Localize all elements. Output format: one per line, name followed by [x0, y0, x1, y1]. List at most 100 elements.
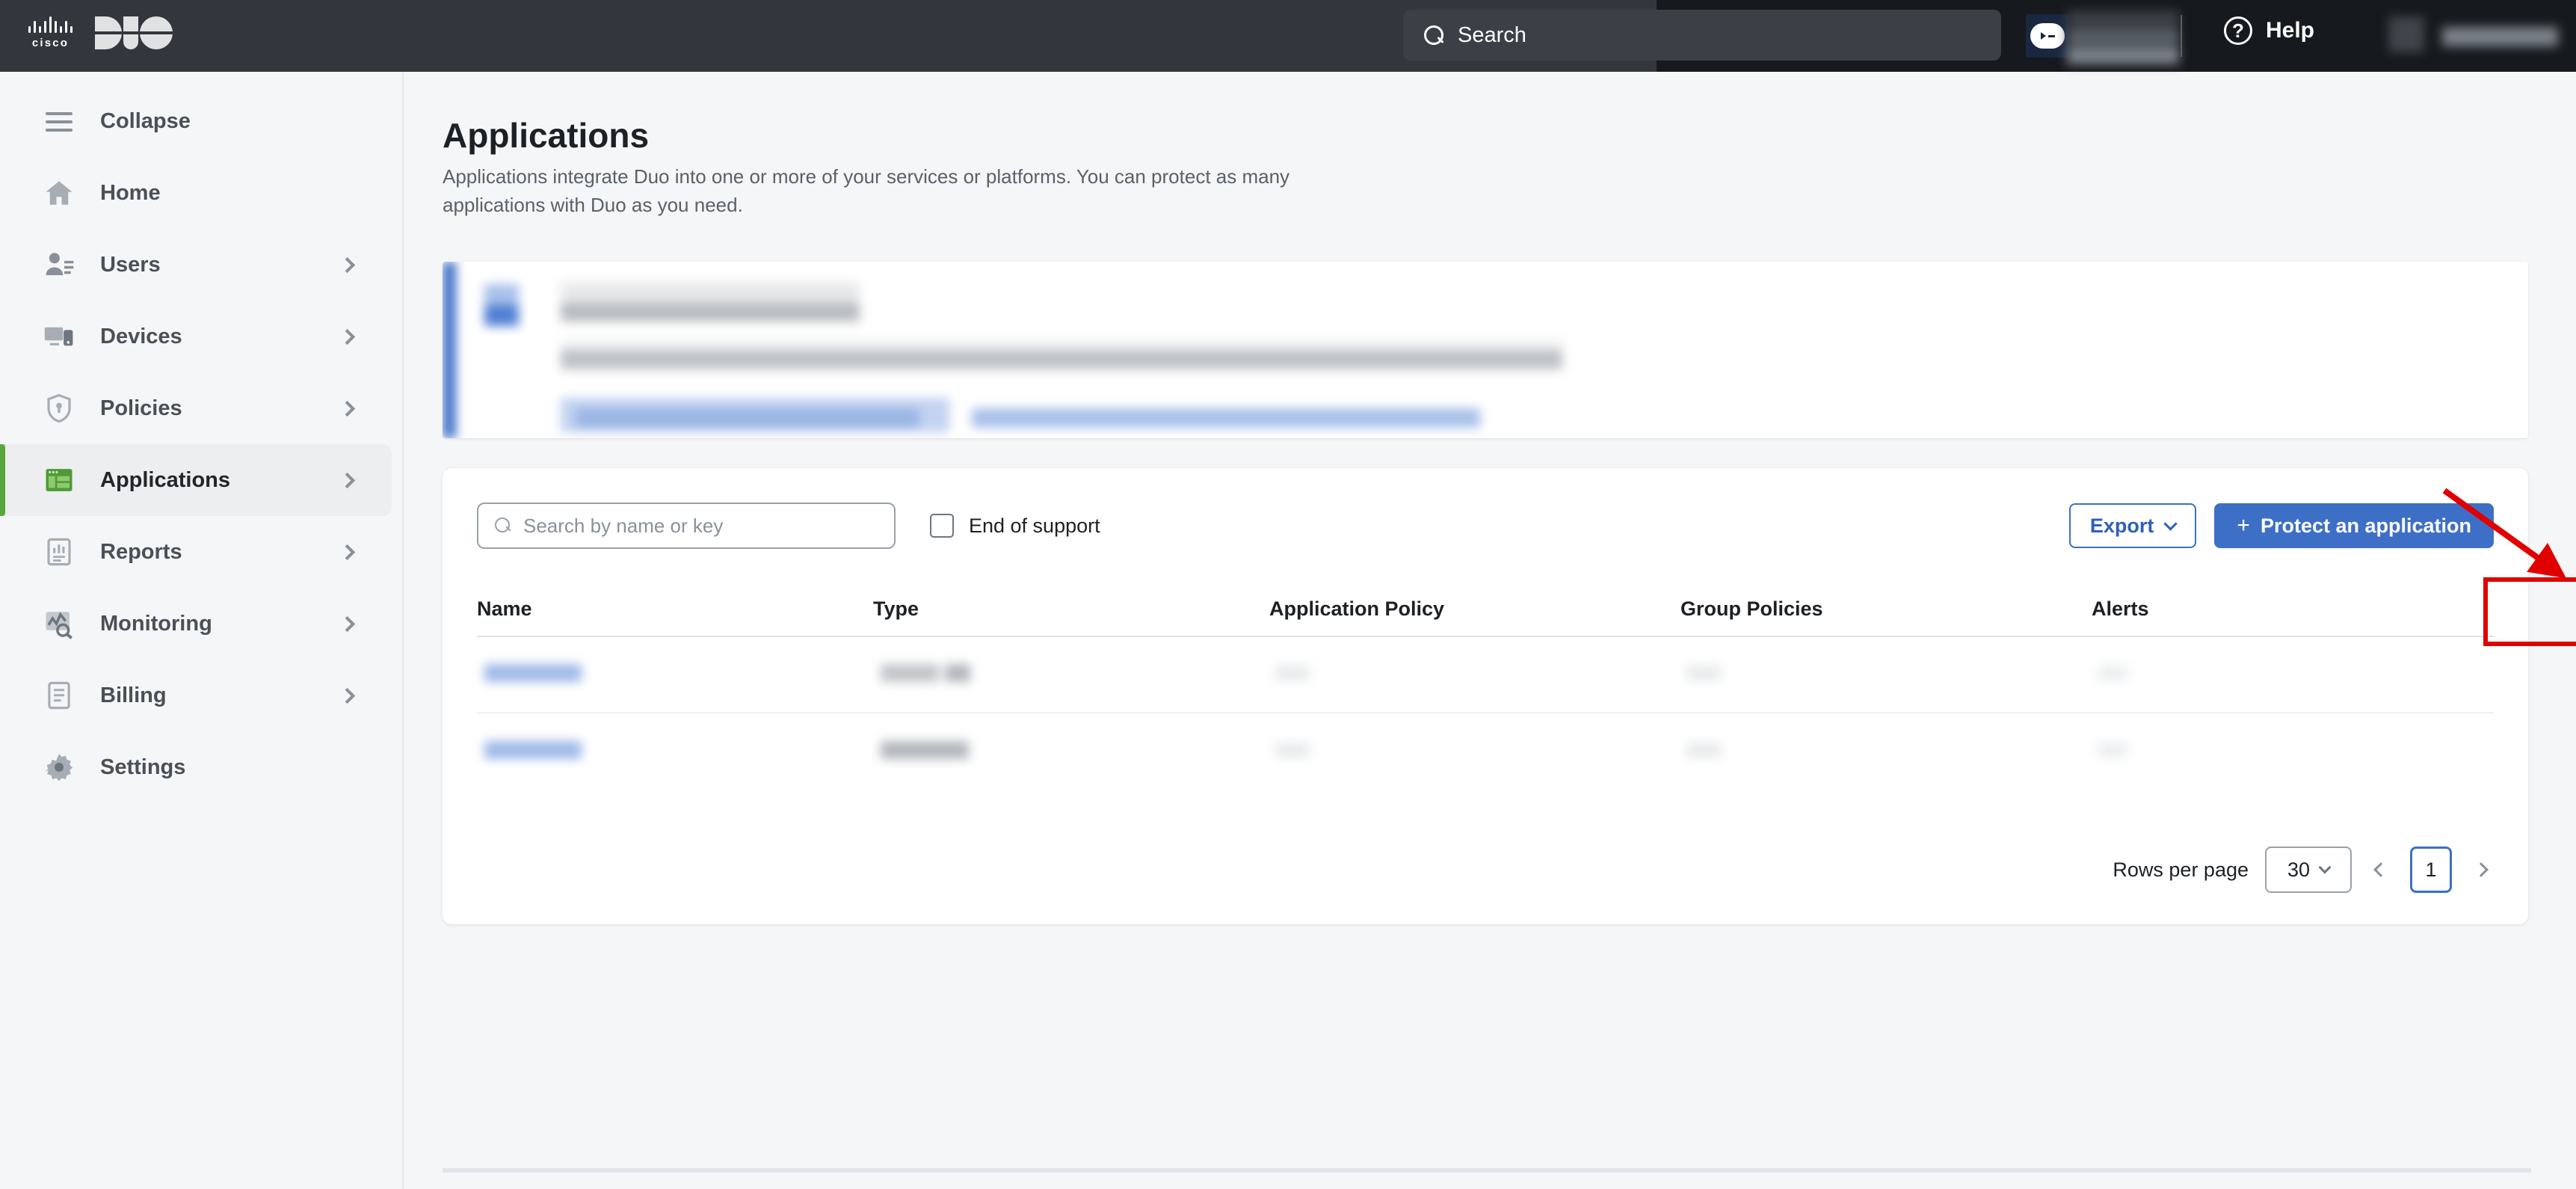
sidebar-item-collapse[interactable]: Collapse — [0, 85, 392, 157]
chevron-right-icon — [339, 400, 355, 416]
sidebar-item-applications[interactable]: Applications — [0, 444, 392, 516]
sidebar-item-billing[interactable]: Billing — [0, 660, 392, 731]
table-row[interactable] — [477, 713, 2494, 790]
help-link[interactable]: ? Help — [2224, 16, 2314, 45]
duo-logo-icon — [95, 16, 173, 49]
report-document-icon — [43, 536, 75, 568]
sidebar-item-policies[interactable]: Policies — [0, 372, 392, 444]
sidebar-item-label: Settings — [100, 755, 392, 780]
gear-icon — [43, 752, 75, 783]
rows-per-page-value: 30 — [2287, 858, 2310, 882]
chevron-right-icon — [2474, 862, 2489, 877]
terminal-icon[interactable] — [2026, 14, 2069, 58]
page-subtitle: Applications integrate Duo into one or m… — [443, 163, 1340, 219]
cell-group-policies — [1680, 660, 2092, 690]
protect-label: Protect an application — [2261, 514, 2471, 538]
current-page: 1 — [2425, 858, 2436, 882]
sidebar-item-label: Billing — [100, 683, 316, 708]
group-policies-blurred — [1680, 660, 1748, 686]
search-input[interactable]: Search by name or key — [477, 503, 896, 549]
page-title: Applications — [443, 115, 649, 156]
cell-type — [873, 735, 1269, 769]
question-circle-icon: ? — [2224, 16, 2252, 45]
app-type-blurred — [873, 735, 985, 765]
table-header-row: Name Type Application Policy Group Polic… — [477, 582, 2494, 637]
billing-document-icon — [43, 680, 75, 711]
sidebar-item-label: Collapse — [100, 109, 392, 134]
sidebar-item-devices[interactable]: Devices — [0, 301, 392, 372]
chevron-down-icon — [2319, 861, 2332, 874]
notification-banner — [443, 262, 2528, 438]
app-name-blurred — [477, 658, 604, 688]
app-name-blurred — [477, 735, 604, 765]
header-divider — [2181, 15, 2182, 57]
end-of-support-checkbox[interactable] — [930, 514, 954, 538]
table-filter-row: Search by name or key End of support Exp… — [477, 503, 2494, 549]
end-of-support-filter[interactable]: End of support — [930, 514, 1100, 538]
alerts-blurred — [2092, 660, 2159, 686]
applications-window-icon — [43, 464, 75, 496]
cell-group-policies — [1680, 737, 2092, 767]
cell-type — [873, 658, 1269, 692]
top-header-bar: cisco Search ? Help — [0, 0, 2576, 72]
chevron-right-icon — [339, 615, 355, 631]
banner-content-blurred — [478, 272, 1600, 437]
main-content: Applications Applications integrate Duo … — [404, 72, 2576, 1189]
home-icon — [43, 177, 75, 209]
cell-application-policy — [1269, 660, 1680, 690]
sidebar-item-home[interactable]: Home — [0, 157, 392, 229]
export-button[interactable]: Export — [2069, 503, 2197, 548]
cisco-wordmark: cisco — [32, 37, 69, 49]
brand-logo[interactable]: cisco — [28, 16, 173, 49]
sidebar-item-label: Monitoring — [100, 612, 316, 636]
sidebar-item-monitoring[interactable]: Monitoring — [0, 588, 392, 660]
next-page-button[interactable] — [2468, 857, 2494, 882]
column-header-name: Name — [477, 597, 873, 621]
protect-an-application-button[interactable]: + Protect an application — [2214, 503, 2494, 548]
chevron-right-icon — [339, 472, 355, 488]
cell-alerts — [2092, 660, 2494, 690]
sidebar-item-label: Users — [100, 253, 316, 277]
previous-page-button[interactable] — [2368, 857, 2394, 882]
sidebar-item-users[interactable]: Users — [0, 229, 392, 301]
devices-icon — [43, 321, 75, 352]
table-action-buttons: Export + Protect an application — [2069, 503, 2494, 548]
chevron-right-icon — [339, 256, 355, 272]
alerts-blurred — [2092, 737, 2159, 764]
sidebar-item-reports[interactable]: Reports — [0, 516, 392, 588]
global-search-input[interactable]: Search — [1403, 10, 2001, 61]
application-policy-blurred — [1269, 660, 1337, 686]
column-header-type: Type — [873, 597, 1269, 621]
banner-accent-bar — [443, 262, 456, 438]
table-row[interactable] — [477, 637, 2494, 713]
app-type-blurred — [873, 658, 985, 688]
search-icon — [1424, 25, 1444, 46]
search-icon — [495, 517, 511, 534]
user-icon — [43, 249, 75, 280]
pagination: Rows per page 30 1 — [2113, 847, 2494, 893]
chevron-down-icon — [2164, 517, 2178, 530]
rows-per-page-label: Rows per page — [2113, 858, 2249, 882]
sidebar-item-label: Policies — [100, 396, 316, 421]
column-header-application-policy: Application Policy — [1269, 597, 1680, 621]
global-search-placeholder: Search — [1458, 23, 1526, 48]
cell-application-policy — [1269, 737, 1680, 767]
sidebar-item-label: Home — [100, 181, 392, 206]
help-label: Help — [2266, 18, 2314, 43]
sidebar-item-settings[interactable]: Settings — [0, 731, 392, 803]
applications-table: Name Type Application Policy Group Polic… — [477, 582, 2494, 790]
chevron-right-icon — [339, 544, 355, 559]
sidebar-item-label: Reports — [100, 540, 316, 565]
cisco-logo-icon: cisco — [28, 16, 73, 49]
monitoring-chart-search-icon — [43, 608, 75, 639]
page-number-button[interactable]: 1 — [2410, 847, 2452, 893]
rows-per-page-select[interactable]: 30 — [2265, 847, 2352, 893]
group-policies-blurred — [1680, 737, 1748, 764]
cell-name[interactable] — [477, 735, 873, 769]
hamburger-icon — [43, 105, 75, 137]
end-of-support-label: End of support — [969, 514, 1100, 538]
column-header-group-policies: Group Policies — [1680, 597, 2092, 621]
column-header-alerts: Alerts — [2092, 597, 2494, 621]
cell-name[interactable] — [477, 658, 873, 692]
user-menu-blurred[interactable] — [2388, 6, 2568, 66]
